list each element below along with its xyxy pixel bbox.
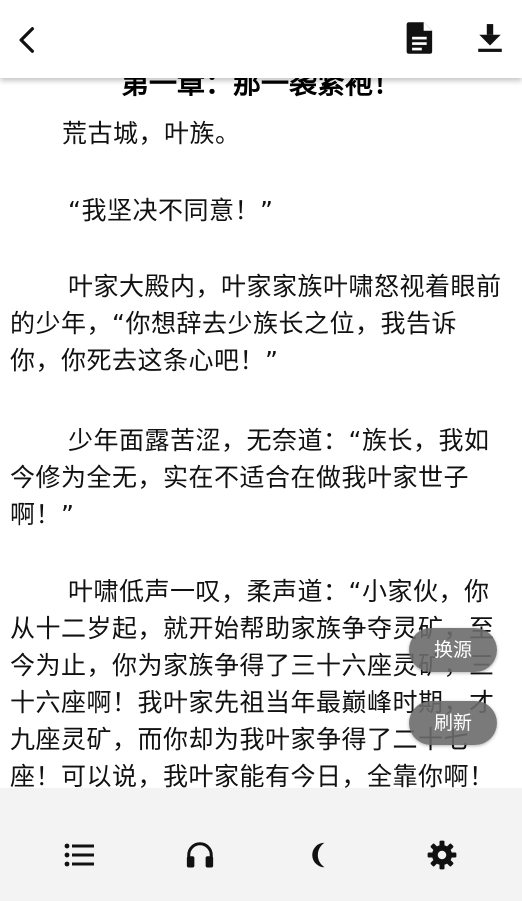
table-of-contents-button[interactable] [57,833,101,877]
gear-icon [427,840,457,870]
back-button[interactable] [6,18,50,62]
bottom-nav-bar [0,788,522,901]
settings-button[interactable] [420,833,464,877]
paragraph: 叶家大殿内，叶家家族叶啸怒视着眼前的少年，“你想辞去少族长之位，我告诉你，你死去… [10,272,502,375]
headphones-icon [186,842,214,868]
moon-icon [312,842,325,868]
top-app-bar [0,0,522,78]
refresh-button[interactable]: 刷新 [409,701,497,745]
download-button[interactable] [468,16,512,60]
listen-button[interactable] [178,833,222,877]
paragraph: 荒古城，叶族。 [62,119,241,148]
night-mode-button[interactable] [299,833,343,877]
paragraph: 少年面露苦涩，无奈道：“族长，我如今修为全无，实在不适合在做我叶家世子啊！” [10,426,490,529]
list-icon [64,843,94,867]
document-icon [406,22,433,54]
paragraph: 叶啸低声一叹，柔声道：“小家伙，你从十二岁起，就开始帮助家族争夺灵矿，至今为止，… [10,577,495,788]
reader-content[interactable]: 第一章：那一袭紧袍！ 荒古城，叶族。 “我坚决不同意！” 叶家大殿内，叶家家族叶… [0,60,522,788]
document-button[interactable] [398,16,442,60]
chevron-left-icon [19,27,34,53]
download-icon [478,24,502,52]
paragraph: “我坚决不同意！” [68,196,274,225]
change-source-button[interactable]: 换源 [409,628,497,672]
